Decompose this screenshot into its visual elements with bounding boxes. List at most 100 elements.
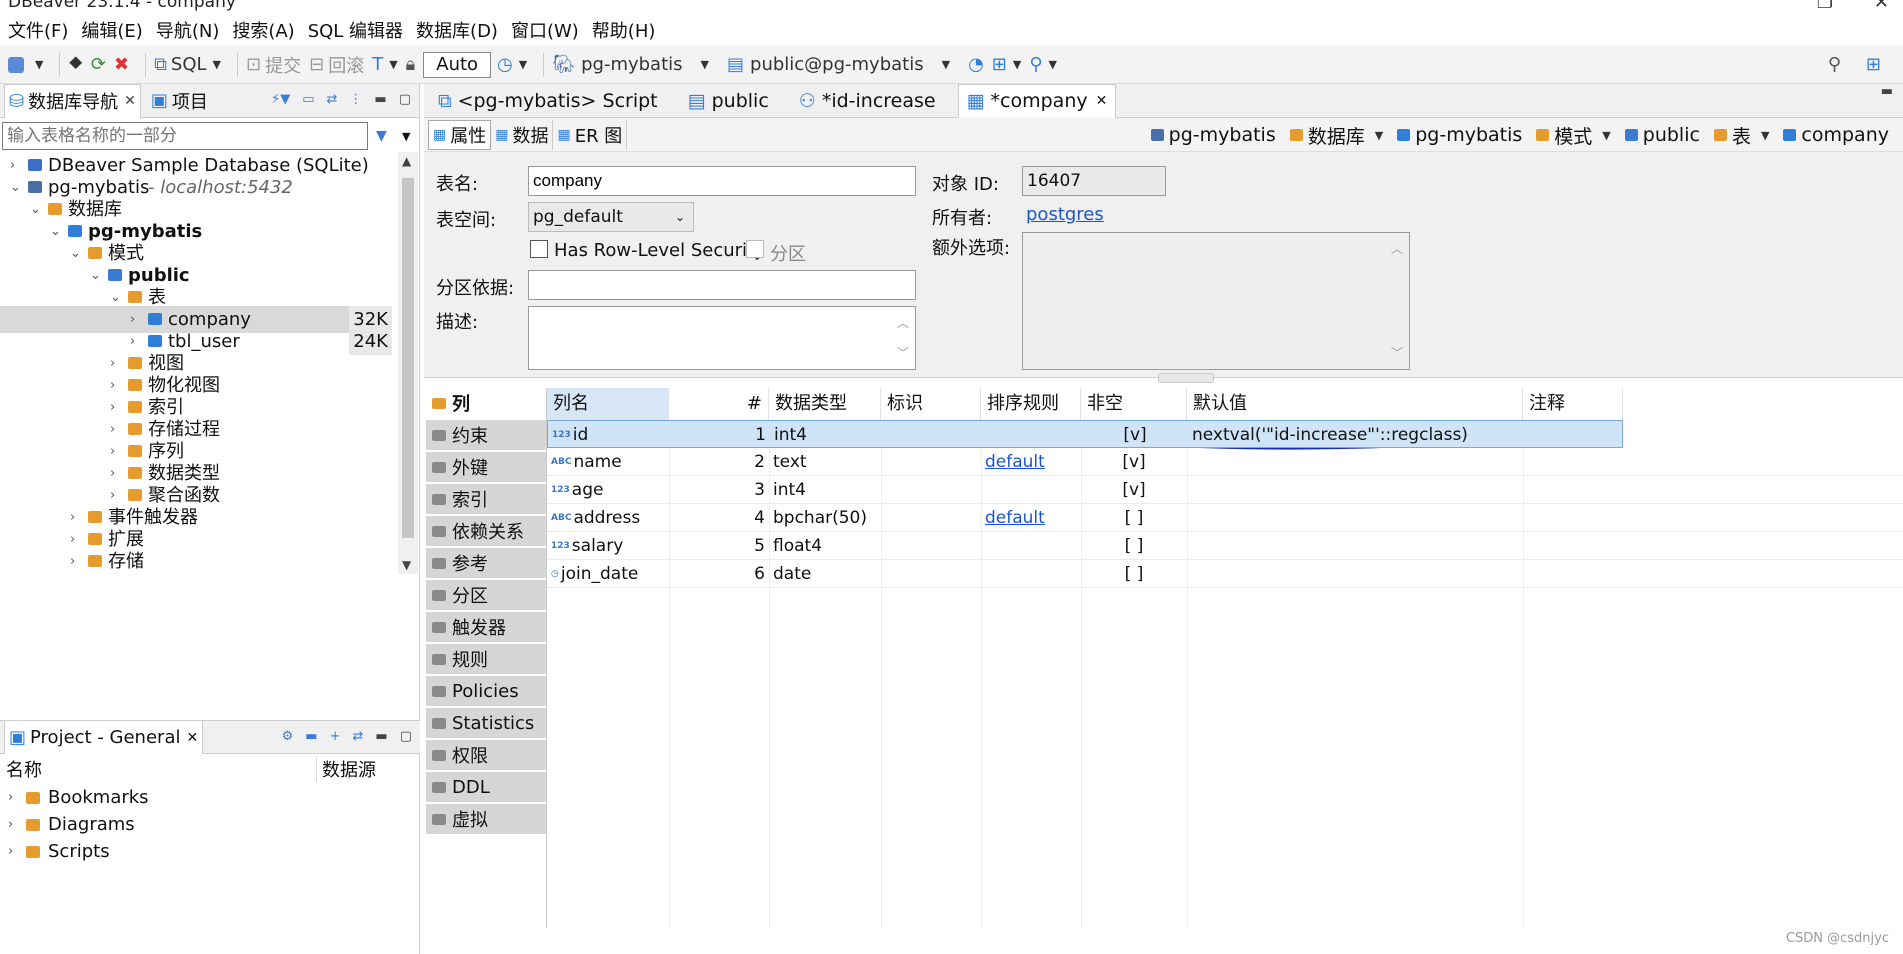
description-textarea[interactable]: ︿ ﹀: [528, 306, 916, 370]
side-tab[interactable]: 规则: [426, 644, 546, 676]
side-tab[interactable]: Statistics: [426, 708, 546, 740]
lock-icon[interactable]: 🔒︎: [406, 54, 416, 75]
chevron-down-icon[interactable]: ▼: [1602, 129, 1610, 142]
cell-dtype[interactable]: bpchar(50): [773, 504, 877, 532]
cell-ident[interactable]: [885, 504, 977, 532]
table-name-input[interactable]: [528, 166, 916, 196]
side-tab[interactable]: 参考: [426, 548, 546, 580]
cell-collation[interactable]: default: [985, 504, 1077, 532]
schema-selector[interactable]: ▤ public@pg-mybatis ▼: [727, 54, 950, 75]
collapse-all-icon[interactable]: ▭: [302, 92, 314, 107]
project-item[interactable]: › Diagrams: [0, 811, 420, 838]
scroll-thumb[interactable]: [402, 178, 414, 538]
side-tab[interactable]: 索引: [426, 484, 546, 516]
column-header[interactable]: 列名: [547, 388, 669, 420]
editor-minimize-icon[interactable]: ▬: [1881, 84, 1893, 99]
table-row[interactable]: ABC address 4 bpchar(50) default [ ]: [547, 504, 1903, 532]
cell-comment[interactable]: [1528, 421, 1620, 449]
menu-item[interactable]: 帮助(H): [592, 17, 656, 43]
cell-comment[interactable]: [1527, 476, 1619, 504]
cell-name[interactable]: 123 salary: [551, 532, 665, 560]
cell-ident[interactable]: [885, 560, 977, 588]
minimize-icon[interactable]: ▬: [374, 92, 386, 107]
breadcrumb-item[interactable]: pg-mybatis: [1150, 124, 1276, 146]
tablespace-select[interactable]: pg_default ⌄: [528, 202, 694, 232]
menu-item[interactable]: 导航(N): [156, 17, 220, 43]
cell-dtype[interactable]: text: [773, 448, 877, 476]
side-tab[interactable]: 权限: [426, 740, 546, 772]
datasource-selector[interactable]: 🐘︎ pg-mybatis ▼: [552, 54, 709, 75]
disconnect-icon[interactable]: ✖: [114, 54, 129, 75]
column-header[interactable]: 标识: [881, 388, 981, 420]
column-header[interactable]: 非空: [1081, 388, 1187, 420]
tab-database-navigator[interactable]: ⛁ 数据库导航 ✕: [4, 83, 141, 118]
editor-tab[interactable]: ▦ *company ✕: [957, 83, 1117, 118]
subtab-er-diagram[interactable]: ▦ ER 图: [553, 119, 628, 150]
column-header[interactable]: #: [669, 388, 769, 420]
cell-comment[interactable]: [1527, 560, 1619, 588]
scroll-up-icon[interactable]: ▲: [402, 154, 411, 168]
column-header[interactable]: 默认值: [1187, 388, 1523, 420]
cell-name[interactable]: ◷ join_date: [551, 560, 665, 588]
scroll-down-icon[interactable]: ▼: [402, 558, 411, 572]
scroll-up-icon[interactable]: ︿: [897, 309, 909, 337]
scroll-down-icon[interactable]: ﹀: [897, 339, 909, 367]
filter-icon[interactable]: ▼: [376, 128, 387, 144]
cell-ident[interactable]: [885, 448, 977, 476]
cell-name[interactable]: 123 id: [552, 421, 666, 449]
cell-num[interactable]: 1: [674, 421, 766, 449]
close-icon[interactable]: ✕: [1096, 93, 1108, 109]
cell-collation[interactable]: [985, 476, 1077, 504]
view-menu-icon[interactable]: ⋮: [349, 92, 362, 107]
cell-notnull[interactable]: [v]: [1085, 448, 1183, 476]
partition-by-input[interactable]: [528, 270, 916, 300]
perspective-icon[interactable]: ⊞: [1866, 54, 1881, 75]
link-editor-icon[interactable]: ⇄: [327, 92, 338, 107]
side-tab[interactable]: 列: [426, 388, 546, 420]
side-tab[interactable]: 触发器: [426, 612, 546, 644]
breadcrumb-item[interactable]: 数据库 ▼: [1289, 122, 1383, 149]
cell-default[interactable]: [1191, 448, 1519, 476]
cell-default[interactable]: [1191, 560, 1519, 588]
cell-name[interactable]: 123 age: [551, 476, 665, 504]
menu-item[interactable]: 数据库(D): [416, 17, 498, 43]
breadcrumb-item[interactable]: company: [1783, 124, 1889, 146]
table-row[interactable]: 123 id 1 int4 [v] nextval('"id-increase"'::re…: [547, 420, 1623, 448]
cell-ident[interactable]: [886, 421, 978, 449]
side-tab[interactable]: 虚拟: [426, 804, 546, 836]
commit-button[interactable]: ⊡ 提交: [246, 52, 301, 78]
global-search-icon[interactable]: ⚲: [1828, 54, 1841, 75]
scroll-down-icon[interactable]: ﹀: [1391, 339, 1403, 367]
breadcrumb-item[interactable]: 模式 ▼: [1536, 122, 1611, 149]
owner-link[interactable]: postgres: [1026, 204, 1104, 225]
side-tab[interactable]: 外键: [426, 452, 546, 484]
new-connection-button[interactable]: ▼: [8, 56, 43, 73]
tab-projects[interactable]: ▣ 项目: [151, 88, 208, 114]
transaction-mode-button[interactable]: T ▼: [372, 54, 397, 75]
maximize-icon[interactable]: ▢: [400, 729, 412, 744]
tree-node[interactable]: › 存储: [0, 548, 392, 570]
cell-num[interactable]: 2: [673, 448, 765, 476]
close-window-icon[interactable]: ✕: [1874, 0, 1889, 13]
minimize-icon[interactable]: ▬: [375, 729, 387, 744]
cell-comment[interactable]: [1527, 504, 1619, 532]
link-icon[interactable]: ⇄: [353, 729, 364, 744]
cell-collation[interactable]: default: [985, 448, 1077, 476]
cell-num[interactable]: 4: [673, 504, 765, 532]
settings-icon[interactable]: ⚙: [282, 729, 294, 744]
cell-collation[interactable]: [985, 560, 1077, 588]
auto-commit-box[interactable]: Auto: [423, 51, 492, 78]
search-tool-icon[interactable]: ⚲ ▼: [1029, 54, 1057, 75]
close-icon[interactable]: ✕: [124, 93, 136, 109]
cell-name[interactable]: ABC address: [551, 504, 665, 532]
table-filter-input[interactable]: [2, 122, 368, 150]
cell-ident[interactable]: [885, 532, 977, 560]
restore-icon[interactable]: ❐: [1817, 0, 1833, 13]
editor-tab[interactable]: ⧉ <pg-mybatis> Script: [430, 84, 666, 118]
cell-notnull[interactable]: [ ]: [1085, 504, 1183, 532]
rollback-button[interactable]: ⊟ 回滚: [309, 52, 364, 78]
cell-notnull[interactable]: [ ]: [1085, 560, 1183, 588]
side-tab[interactable]: Policies: [426, 676, 546, 708]
close-icon[interactable]: ✕: [186, 730, 198, 746]
project-item[interactable]: › Scripts: [0, 838, 420, 865]
